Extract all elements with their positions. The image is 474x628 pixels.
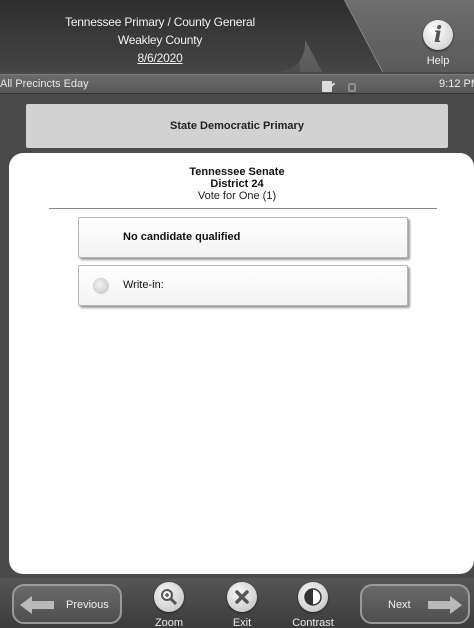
election-date: 8/6/2020 xyxy=(137,51,183,65)
primary-title: State Democratic Primary xyxy=(170,120,304,132)
footer-toolbar: Previous Zoom Exit Contrast Next xyxy=(0,578,474,628)
exit-label: Exit xyxy=(232,617,252,628)
write-in-option[interactable]: Write-in: xyxy=(78,265,408,306)
contrast-button[interactable]: Contrast xyxy=(285,580,341,628)
ballot-card: Tennessee Senate District 24 Vote for On… xyxy=(9,153,474,574)
previous-button[interactable]: Previous xyxy=(12,584,122,624)
zoom-button[interactable]: Zoom xyxy=(141,580,197,628)
help-label: Help xyxy=(426,55,450,67)
contrast-icon xyxy=(298,582,328,612)
contrast-label: Contrast xyxy=(292,617,334,628)
no-candidate-label: No candidate qualified xyxy=(123,231,241,243)
precincts-label: All Precincts Eday xyxy=(0,78,89,90)
close-icon xyxy=(227,582,257,612)
write-in-radio[interactable] xyxy=(93,278,109,294)
zoom-label: Zoom xyxy=(154,617,184,628)
county-name: Weakley County xyxy=(117,33,203,47)
next-label: Next xyxy=(388,599,411,611)
election-title: Tennessee Primary / County General xyxy=(65,15,255,29)
write-in-label: Write-in: xyxy=(123,279,164,291)
document-icon xyxy=(322,81,332,92)
header: Tennessee Primary / County General Weakl… xyxy=(0,0,474,72)
help-button[interactable]: i Help xyxy=(408,20,468,72)
no-candidate-option: No candidate qualified xyxy=(78,217,408,258)
plug-icon xyxy=(348,83,357,92)
arrow-left-icon xyxy=(20,596,54,614)
exit-button[interactable]: Exit xyxy=(214,580,270,628)
next-button[interactable]: Next xyxy=(360,584,470,624)
info-icon: i xyxy=(423,20,453,50)
district-label: District 24 xyxy=(210,178,264,190)
previous-label: Previous xyxy=(66,599,109,611)
contest-header: Tennessee Senate District 24 Vote for On… xyxy=(9,166,465,203)
status-icons xyxy=(322,79,368,97)
zoom-icon xyxy=(154,582,184,612)
vote-for-label: Vote for One (1) xyxy=(197,190,277,202)
primary-banner: State Democratic Primary xyxy=(26,104,448,148)
arrow-right-icon xyxy=(428,596,462,614)
status-bar: All Precincts Eday 9:12 PM xyxy=(0,74,474,94)
office-title: Tennessee Senate xyxy=(189,166,285,178)
divider xyxy=(49,208,437,209)
clock: 9:12 PM xyxy=(439,78,474,90)
